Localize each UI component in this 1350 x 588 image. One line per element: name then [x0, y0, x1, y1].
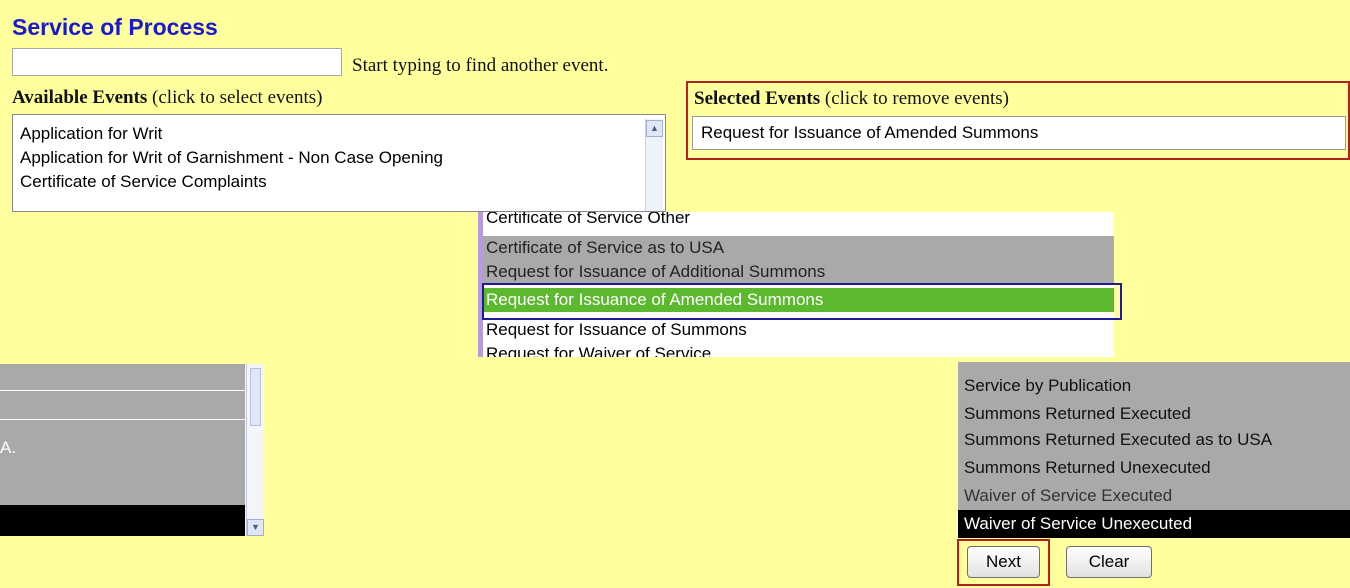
page-title: Service of Process: [12, 14, 218, 40]
next-button[interactable]: Next: [967, 546, 1040, 578]
selected-events-label: Selected Events (click to remove events): [694, 88, 1009, 110]
available-event-item[interactable]: Certificate of Service Complaints: [13, 170, 665, 194]
search-hint: Start typing to find another event.: [352, 55, 609, 76]
fragment-text: A.: [0, 438, 17, 457]
event-search-input[interactable]: [12, 48, 342, 76]
right-list-item[interactable]: Summons Returned Unexecuted: [958, 454, 1350, 482]
divider: [0, 390, 245, 391]
right-list-item[interactable]: Service by Publication: [958, 372, 1350, 400]
selected-events-label-rest: (click to remove events): [820, 88, 1009, 109]
highlight-callout: [482, 283, 1122, 320]
selected-events-list[interactable]: Request for Issuance of Amended Summons: [692, 116, 1346, 150]
left-fragment-scrollbar[interactable]: ▼: [246, 364, 264, 536]
available-event-item[interactable]: Application for Writ: [13, 122, 665, 146]
right-list-item[interactable]: Summons Returned Executed as to USA: [958, 426, 1350, 454]
right-list-item-selected[interactable]: Waiver of Service Unexecuted: [958, 510, 1350, 538]
available-event-item[interactable]: Application for Writ of Garnishment - No…: [13, 146, 665, 170]
available-events-list[interactable]: Application for Writ Application for Wri…: [12, 114, 666, 212]
selected-events-label-bold: Selected Events: [694, 88, 821, 109]
available-events-label-bold: Available Events: [12, 87, 148, 108]
divider: [0, 419, 245, 420]
zoom-list-item[interactable]: Request for Issuance of Summons: [482, 318, 1114, 342]
scrollbar-thumb[interactable]: [250, 368, 261, 426]
fragment-selected-row: [0, 505, 245, 536]
zoom-list-item[interactable]: Certificate of Service as to USA: [482, 236, 1114, 260]
zoom-list-item[interactable]: Request for Waiver of Service: [482, 342, 1114, 357]
available-list-scrollbar[interactable]: ▲: [645, 119, 663, 211]
scroll-down-icon[interactable]: ▼: [247, 519, 264, 536]
zoom-list-item[interactable]: Certificate of Service Other: [482, 212, 1114, 230]
available-events-label-rest: (click to select events): [147, 87, 323, 108]
scroll-up-icon[interactable]: ▲: [646, 120, 663, 137]
right-list-item[interactable]: Summons Returned Executed: [958, 400, 1350, 428]
selected-event-item[interactable]: Request for Issuance of Amended Summons: [701, 123, 1038, 142]
right-list-item[interactable]: Waiver of Service Executed: [958, 482, 1350, 510]
zoom-list-item[interactable]: Request for Issuance of Additional Summo…: [482, 260, 1114, 284]
left-zoom-fragment: A.: [0, 364, 245, 536]
clear-button[interactable]: Clear: [1066, 546, 1152, 578]
right-zoom-list[interactable]: Service by Publication Summons Returned …: [958, 362, 1350, 538]
available-events-label: Available Events (click to select events…: [12, 87, 322, 109]
